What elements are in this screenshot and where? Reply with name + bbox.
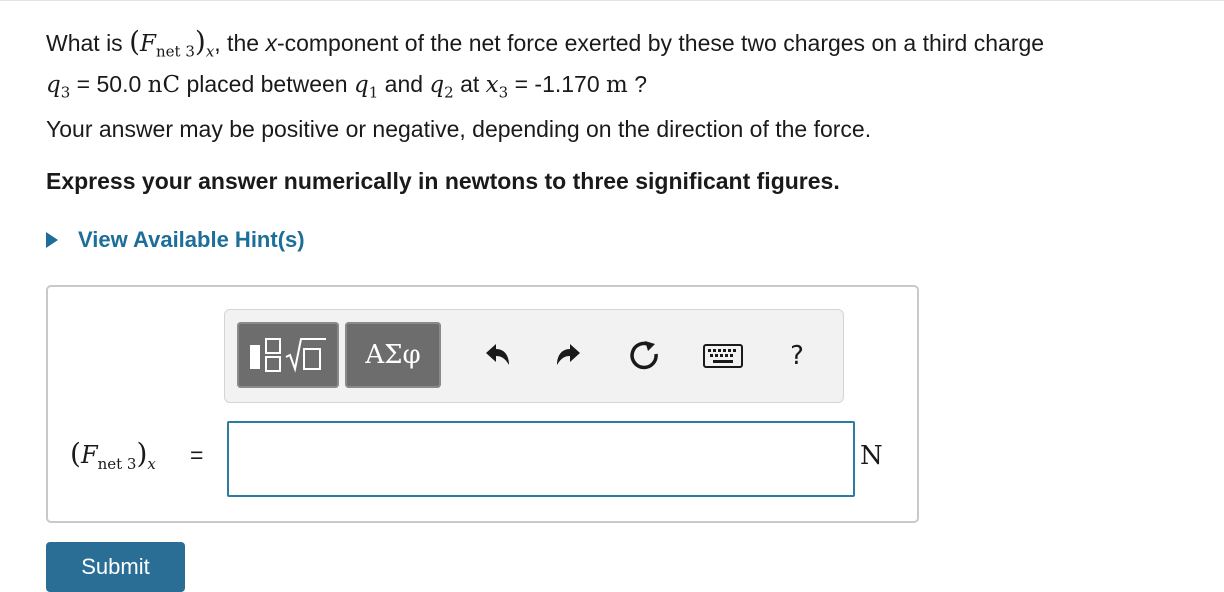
equals-sign: = <box>190 442 204 468</box>
help-icon: ? <box>790 341 804 371</box>
expand-triangle-icon <box>46 232 58 248</box>
undo-button[interactable] <box>479 338 515 374</box>
keyboard-icon <box>703 344 743 368</box>
help-button[interactable]: ? <box>779 338 815 374</box>
answer-instruction: Express your answer numerically in newto… <box>46 168 840 194</box>
direction-note: Your answer may be positive or negative,… <box>46 116 872 142</box>
unit-label: N <box>860 441 883 471</box>
answer-panel: ΑΣφ ? (Fnet 3)x = N <box>46 285 919 523</box>
question-text: What is (Fnet 3)x, the x-component of th… <box>46 25 1045 102</box>
view-hints-link[interactable]: View Available Hint(s) <box>46 227 305 253</box>
greek-symbols-button[interactable]: ΑΣφ <box>345 322 441 388</box>
redo-icon <box>557 344 580 365</box>
math-toolbar: ΑΣφ ? <box>224 309 844 403</box>
redo-button[interactable] <box>551 338 587 374</box>
reset-button[interactable] <box>627 338 663 374</box>
templates-icon <box>250 338 326 373</box>
answer-input[interactable] <box>227 421 855 497</box>
templates-button[interactable] <box>237 322 339 388</box>
view-hints-label: View Available Hint(s) <box>78 227 305 252</box>
keyboard-button[interactable] <box>701 338 745 374</box>
greek-symbols-icon: ΑΣφ <box>365 340 421 370</box>
top-divider <box>0 0 1224 1</box>
undo-icon <box>486 344 509 365</box>
submit-button[interactable]: Submit <box>46 542 185 592</box>
reset-icon <box>630 341 658 370</box>
answer-label: (Fnet 3)x <box>70 437 156 473</box>
